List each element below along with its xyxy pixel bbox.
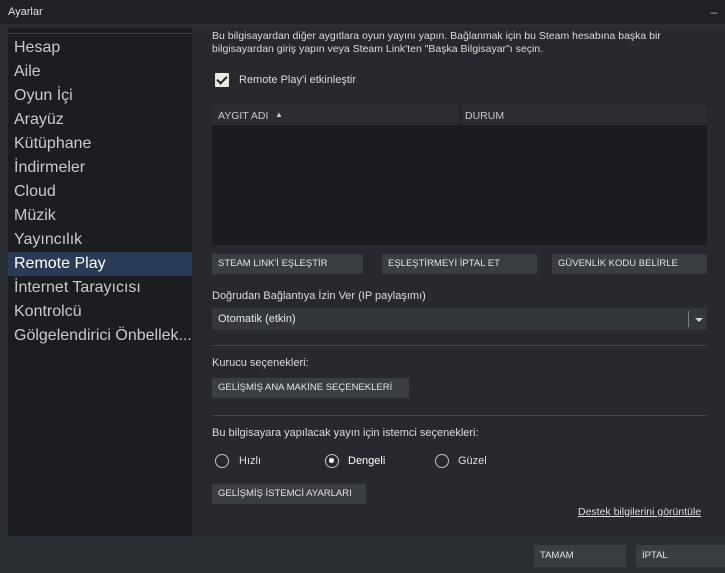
sidebar: Hesap Aile Oyun İçi Arayüz Kütüphane İnd… [8, 28, 192, 536]
radio-balanced[interactable] [325, 454, 339, 468]
sidebar-item-arayuz[interactable]: Arayüz [8, 108, 192, 132]
ok-button[interactable]: TAMAM [534, 545, 626, 567]
support-info-link[interactable]: Destek bilgilerini görüntüle [578, 506, 701, 518]
radio-beautiful-label: Güzel [458, 455, 487, 467]
client-options-label: Bu bilgisayara yapılacak yayın için iste… [212, 427, 479, 439]
sidebar-item-oyun-ici[interactable]: Oyun İçi [8, 84, 192, 108]
cancel-button[interactable]: İPTAL [636, 545, 725, 567]
set-security-code-button[interactable]: GÜVENLİK KODU BELİRLE [552, 254, 707, 274]
sidebar-item-kontrolcu[interactable]: Kontrolcü [8, 300, 192, 324]
sidebar-item-golgelendirici[interactable]: Gölgelendirici Önbellek... [8, 324, 192, 348]
host-options-label: Kurucu seçenekleri: [212, 357, 309, 369]
enable-remote-play-label: Remote Play'i etkinleştir [239, 74, 357, 86]
direct-connect-label: Doğrudan Bağlantıya İzin Ver (IP paylaşı… [212, 290, 426, 302]
direct-connect-select[interactable]: Otomatik (etkin) [212, 308, 707, 330]
advanced-client-settings-button[interactable]: GELİŞMİŞ İSTEMCİ AYARLARI [212, 484, 366, 504]
sidebar-item-cloud[interactable]: Cloud [8, 180, 192, 204]
radio-fast-label: Hızlı [239, 455, 261, 467]
sidebar-item-remote-play[interactable]: Remote Play [8, 252, 192, 276]
advanced-host-options-button[interactable]: GELİŞMİŞ ANA MAKİNE SEÇENEKLERİ [212, 378, 409, 398]
radio-balanced-label: Dengeli [348, 455, 386, 467]
remote-play-description: Bu bilgisayardan diğer aygıtlara oyun ya… [212, 30, 661, 55]
unpair-button[interactable]: EŞLEŞTİRMEYİ İPTAL ET [382, 254, 537, 274]
sidebar-divider [8, 33, 192, 34]
sidebar-item-aile[interactable]: Aile [8, 60, 192, 84]
direct-connect-value: Otomatik (etkin) [218, 313, 296, 325]
window-title: Ayarlar [8, 6, 43, 18]
sidebar-item-internet-tarayicisi[interactable]: İnternet Tarayıcısı [8, 276, 192, 300]
sidebar-item-yayincilik[interactable]: Yayıncılık [8, 228, 192, 252]
sidebar-item-indirmeler[interactable]: İndirmeler [8, 156, 192, 180]
sidebar-item-muzik[interactable]: Müzik [8, 204, 192, 228]
sort-ascending-icon: ▲ [275, 110, 283, 119]
radio-fast[interactable] [215, 454, 229, 468]
title-bar: Ayarlar _ [0, 0, 725, 24]
column-device-name[interactable]: AYGIT ADI [218, 110, 268, 122]
sidebar-item-kutuphane[interactable]: Kütüphane [8, 132, 192, 156]
column-status[interactable]: DURUM [465, 110, 504, 122]
enable-remote-play-checkbox[interactable] [215, 73, 229, 87]
device-table-header: AYGIT ADI ▲ DURUM [212, 105, 707, 125]
sidebar-item-hesap[interactable]: Hesap [8, 36, 192, 60]
divider [212, 415, 707, 416]
divider [212, 345, 707, 346]
pair-steam-link-button[interactable]: STEAM LINK'İ EŞLEŞTİR [212, 254, 363, 274]
radio-beautiful[interactable] [435, 454, 449, 468]
column-separator [460, 105, 461, 125]
device-table: AYGIT ADI ▲ DURUM [212, 105, 707, 245]
select-divider [688, 311, 689, 327]
chevron-down-icon [695, 318, 703, 322]
minimize-icon[interactable]: _ [706, 0, 722, 20]
